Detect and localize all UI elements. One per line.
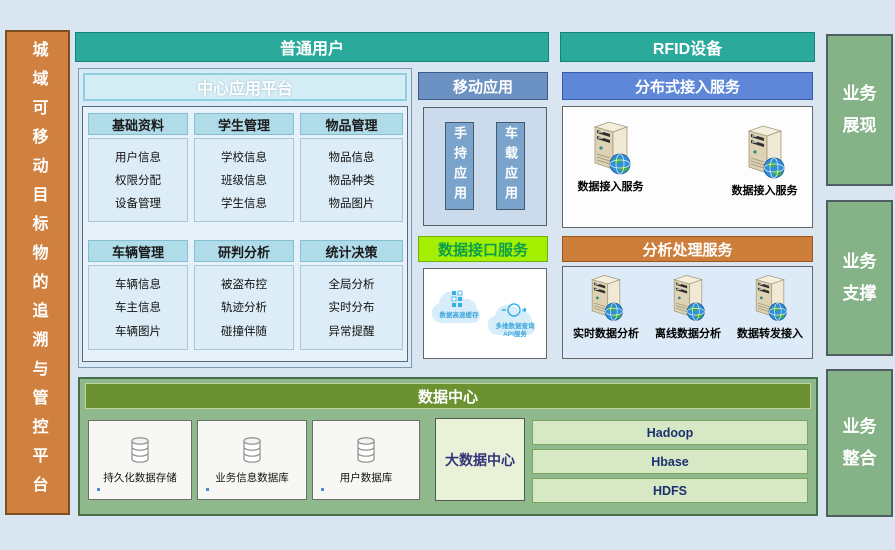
group-header-statistics-decision: 统计决策 [300,240,403,262]
normal-users-bar: 普通用户 [75,32,549,62]
architecture-diagram: 城域可移动目标物的追溯与管控平台 普通用户 RFID设备 业务展现 业务支撑 业… [0,0,895,550]
server-icon [587,271,625,323]
cloud-icon [427,279,491,337]
offline-analysis-server: 离线数据分析 [648,271,728,341]
group-header-item-mgmt: 物品管理 [300,113,403,135]
database-icon [127,435,153,467]
cloud-icon [484,291,546,349]
api-cloud: 多维数据查询 API服务 [484,291,546,351]
list-item: 班级信息 [221,172,267,188]
business-integration-label: 业务整合 [841,411,879,476]
handheld-app-box: 手持应用 [445,122,474,210]
hbase-bar: Hbase [532,449,808,474]
mobile-app-header: 移动应用 [418,72,548,100]
server-icon [589,118,633,176]
list-item: 实时分布 [329,299,375,315]
group-panel-judgment-analysis: 被盗布控 轨迹分析 碰撞伴随 [194,265,294,350]
business-support-bar: 业务支撑 [826,200,893,356]
marker-dot [97,488,100,491]
user-db-box: 用户数据库 [312,420,420,500]
server-icon [743,122,787,180]
database-icon [353,435,379,467]
list-item: 权限分配 [115,172,161,188]
hadoop-bar: Hadoop [532,420,808,445]
list-item: 车辆信息 [115,276,161,292]
group-panel-vehicle-mgmt: 车辆信息 车主信息 车辆图片 [88,265,188,350]
rfid-devices-label: RFID设备 [653,35,722,59]
list-item: 被盗布控 [221,276,267,292]
list-item: 学生信息 [221,195,267,211]
group-panel-student-mgmt: 学校信息 班级信息 学生信息 [194,138,294,222]
analysis-services-header: 分析处理服务 [562,236,813,262]
hdfs-bar: HDFS [532,478,808,503]
mobile-app-panel [423,107,547,226]
data-interface-header: 数据接口服务 [418,236,548,262]
central-platform-header: 中心应用平台 [83,73,407,101]
list-item: 学校信息 [221,149,267,165]
group-panel-statistics-decision: 全局分析 实时分布 异常提醒 [300,265,403,350]
business-integration-bar: 业务整合 [826,369,893,517]
data-interface-panel: 数据高速缓存 多维数据查询 API服务 [423,268,547,359]
business-info-db-box: 业务信息数据库 [197,420,307,500]
group-panel-basic-data: 用户信息 权限分配 设备管理 [88,138,188,222]
marker-dot [321,488,324,491]
list-item: 物品种类 [329,172,375,188]
rfid-devices-bar: RFID设备 [560,32,815,62]
list-item: 全局分析 [329,276,375,292]
marker-dot [206,488,209,491]
business-display-label: 业务展现 [841,78,879,143]
platform-title: 城域可移动目标物的追溯与管控平台 [26,41,50,505]
server-icon [751,271,789,323]
business-display-bar: 业务展现 [826,34,893,186]
group-header-basic-data: 基础资料 [88,113,188,135]
group-panel-item-mgmt: 物品信息 物品种类 物品图片 [300,138,403,222]
list-item: 物品信息 [329,149,375,165]
cache-cloud-label: 数据高速缓存 [427,312,491,320]
group-header-vehicle-mgmt: 车辆管理 [88,240,188,262]
access-server-1: 数据接入服务 [568,118,653,194]
platform-title-banner: 城域可移动目标物的追溯与管控平台 [5,30,70,515]
normal-users-label: 普通用户 [280,35,344,59]
server-icon [669,271,707,323]
realtime-analysis-server: 实时数据分析 [566,271,646,341]
cache-cloud: 数据高速缓存 [427,279,491,337]
central-platform-title: 中心应用平台 [197,75,293,99]
database-icon [239,435,265,467]
big-data-center-box: 大数据中心 [435,418,525,501]
vehicle-app-box: 车载应用 [496,122,525,210]
list-item: 车主信息 [115,299,161,315]
data-center-header: 数据中心 [85,383,811,409]
access-server-2: 数据接入服务 [722,122,807,198]
list-item: 用户信息 [115,149,161,165]
api-cloud-label: 多维数据查询 API服务 [484,323,546,339]
distributed-access-header: 分布式接入服务 [562,72,813,100]
list-item: 轨迹分析 [221,299,267,315]
forward-access-server: 数据转发接入 [730,271,810,341]
persistent-storage-box: 持久化数据存储 [88,420,192,500]
business-support-label: 业务支撑 [841,246,879,311]
group-header-student-mgmt: 学生管理 [194,113,294,135]
list-item: 碰撞伴随 [221,323,267,339]
group-header-judgment-analysis: 研判分析 [194,240,294,262]
list-item: 车辆图片 [115,323,161,339]
list-item: 物品图片 [329,195,375,211]
list-item: 异常提醒 [329,323,375,339]
list-item: 设备管理 [115,195,161,211]
